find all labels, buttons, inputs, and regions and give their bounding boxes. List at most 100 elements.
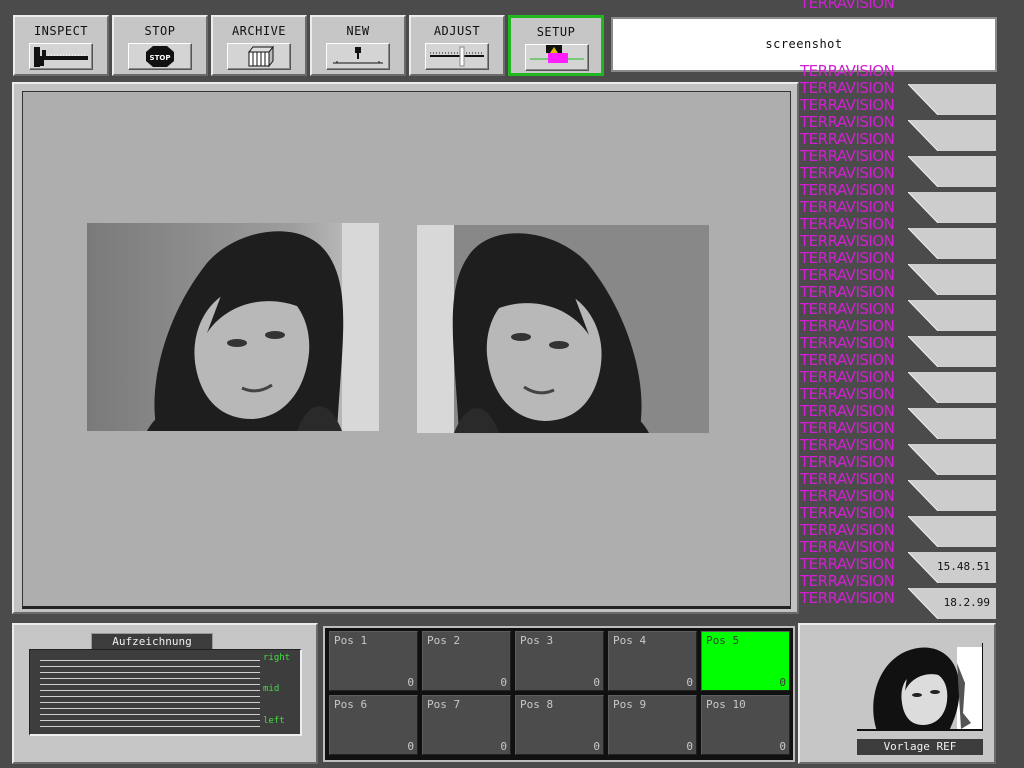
adjust-button[interactable]: ADJUST [409,15,505,76]
position-count: 0 [500,740,507,753]
brand-text: TERRAVISION [800,385,895,403]
position-count: 0 [593,740,600,753]
side-slot[interactable] [908,336,996,367]
side-slot[interactable] [908,516,996,547]
viewer-screen[interactable] [22,91,791,609]
brand-text: TERRAVISION [800,521,895,539]
portrait-photo-mirrored[interactable] [417,225,709,433]
brand-text: TERRAVISION [800,283,895,301]
position-count: 0 [779,676,786,689]
stop-button[interactable]: STOP STOP [112,15,208,76]
brand-text: TERRAVISION [800,79,895,97]
side-slot[interactable] [908,264,996,295]
new-plunger-icon [326,43,390,70]
archive-button[interactable]: ARCHIVE [211,15,307,76]
brand-text: TERRAVISION [800,589,895,607]
recording-track-line [40,666,260,667]
position-cell[interactable]: Pos 5 0 [701,631,790,691]
position-cell[interactable]: Pos 8 0 [515,695,604,755]
inspect-button-label: INSPECT [33,24,89,38]
recording-track-line [40,678,260,679]
side-slot[interactable] [908,120,996,151]
date-slot[interactable]: 18.2.99 [908,588,996,619]
brand-text: TERRAVISION [800,62,895,80]
brand-text: TERRAVISION [800,453,895,471]
side-slot[interactable] [908,192,996,223]
position-name: Pos 6 [334,698,368,711]
stop-sign-icon: STOP [128,43,192,70]
slot-notch-icon [908,120,939,151]
brand-text: TERRAVISION [800,96,895,114]
inspect-button[interactable]: INSPECT [13,15,109,76]
portrait-photo-original[interactable] [87,223,379,431]
side-slot[interactable] [908,444,996,475]
brand-text: TERRAVISION [800,351,895,369]
recording-screen[interactable]: right mid left [29,649,302,736]
position-count: 0 [407,676,414,689]
position-name: Pos 1 [334,634,368,647]
setup-button[interactable]: SETUP [508,15,604,76]
slot-notch-icon [908,228,939,259]
recording-label-mid: mid [263,684,280,694]
stop-button-label: STOP [144,24,176,38]
recording-track-line [40,726,260,727]
position-count: 0 [593,676,600,689]
recording-track-line [40,660,260,661]
position-cell[interactable]: Pos 9 0 [608,695,697,755]
position-cell[interactable]: Pos 3 0 [515,631,604,691]
position-name: Pos 9 [613,698,647,711]
reference-photo[interactable] [857,643,983,731]
recording-track-line [40,684,260,685]
slot-notch-icon [908,408,939,439]
new-button[interactable]: NEW [310,15,406,76]
side-slot[interactable] [908,372,996,403]
side-slot[interactable] [908,408,996,439]
time-slot[interactable]: 15.48.51 [908,552,996,583]
position-count: 0 [500,676,507,689]
brand-text: TERRAVISION [800,487,895,505]
position-count: 0 [686,676,693,689]
position-cell[interactable]: Pos 4 0 [608,631,697,691]
new-button-label: NEW [346,24,370,38]
brand-text: TERRAVISION [800,266,895,284]
reference-panel: Vorlage REF [798,623,996,764]
side-slot[interactable] [908,156,996,187]
recording-track-line [40,714,260,715]
position-count: 0 [779,740,786,753]
brand-text: TERRAVISION [800,0,895,12]
position-name: Pos 5 [706,634,740,647]
slot-notch-icon [908,480,939,511]
brand-text: TERRAVISION [800,402,895,420]
brand-text: TERRAVISION [800,368,895,386]
position-cell[interactable]: Pos 6 0 [329,695,418,755]
position-cell[interactable]: Pos 7 0 [422,695,511,755]
side-slot[interactable] [908,84,996,115]
adjust-button-label: ADJUST [433,24,481,38]
recording-track-line [40,720,260,721]
slot-notch-icon [908,264,939,295]
recording-label-right: right [263,653,291,663]
brand-text: TERRAVISION [800,538,895,556]
position-cell[interactable]: Pos 10 0 [701,695,790,755]
brand-text: TERRAVISION [800,164,895,182]
reference-label: Vorlage REF [857,739,983,755]
slot-notch-icon [908,516,939,547]
setup-button-label: SETUP [536,25,576,39]
brand-text: TERRAVISION [800,130,895,148]
slot-notch-icon [908,336,939,367]
position-name: Pos 4 [613,634,647,647]
side-slot[interactable] [908,480,996,511]
position-cell[interactable]: Pos 1 0 [329,631,418,691]
brand-text: TERRAVISION [800,181,895,199]
side-slot[interactable] [908,300,996,331]
brand-text: TERRAVISION [800,113,895,131]
brand-text: TERRAVISION [800,300,895,318]
viewer-frame [12,82,799,614]
position-cell[interactable]: Pos 2 0 [422,631,511,691]
side-slot[interactable] [908,228,996,259]
brand-text: TERRAVISION [800,436,895,454]
slot-notch-icon [908,156,939,187]
time-value: 15.48.51 [937,560,990,573]
recording-panel: Aufzeichnung right mid left [12,623,318,764]
brand-text: TERRAVISION [800,555,895,573]
